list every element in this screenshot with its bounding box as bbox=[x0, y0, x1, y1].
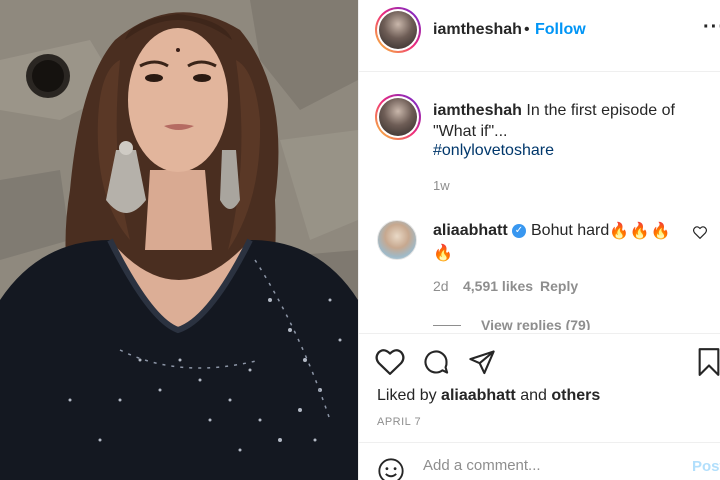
follow-button[interactable]: Follow bbox=[535, 21, 586, 39]
save-bookmark-icon[interactable] bbox=[697, 348, 720, 381]
liked-by-username[interactable]: aliaabhatt bbox=[441, 387, 516, 404]
commenter-avatar[interactable] bbox=[377, 220, 417, 260]
liked-by-and: and bbox=[520, 387, 547, 404]
comment-input[interactable] bbox=[423, 457, 673, 474]
post-photo-illustration bbox=[0, 0, 358, 480]
post-detail-panel: iamtheshah • Follow ··· iamtheshah In th… bbox=[358, 0, 720, 480]
caption-avatar[interactable] bbox=[375, 94, 421, 140]
comment-text: Bohut hard bbox=[531, 222, 610, 239]
liked-by-others[interactable]: others bbox=[551, 387, 600, 404]
comment-likes-count[interactable]: 4,591 likes bbox=[463, 278, 533, 294]
fire-emoji-icon: 🔥🔥🔥 bbox=[609, 223, 672, 240]
commenter-username[interactable]: aliaabhatt bbox=[433, 222, 508, 240]
post-date[interactable]: APRIL 7 bbox=[377, 416, 421, 428]
caption-timestamp[interactable]: 1w bbox=[433, 178, 450, 193]
fire-emoji-icon: 🔥 bbox=[433, 245, 453, 262]
liked-by-summary: Liked by aliaabhatt and others bbox=[377, 387, 600, 405]
post-actions-section: Liked by aliaabhatt and others APRIL 7 P… bbox=[359, 333, 720, 480]
share-send-icon[interactable] bbox=[467, 348, 497, 381]
emoji-smiley-icon[interactable] bbox=[377, 457, 405, 480]
more-options-icon[interactable]: ··· bbox=[703, 16, 720, 39]
caption: iamtheshah In the first episode of "What… bbox=[433, 100, 703, 142]
comment-timestamp[interactable]: 2d bbox=[433, 278, 449, 294]
post-photo[interactable] bbox=[0, 0, 358, 480]
header-separator: • bbox=[524, 21, 530, 38]
comment-reply-button[interactable]: Reply bbox=[540, 278, 578, 294]
author-username[interactable]: iamtheshah bbox=[433, 21, 522, 39]
view-replies-button[interactable]: View replies (79) bbox=[481, 317, 590, 330]
like-heart-icon[interactable] bbox=[375, 348, 405, 381]
author-avatar[interactable] bbox=[375, 7, 421, 53]
comment-like-heart-icon[interactable] bbox=[693, 226, 707, 244]
post-comment-button[interactable]: Post bbox=[692, 458, 720, 475]
add-comment-bar: Post bbox=[359, 442, 720, 480]
liked-by-prefix: Liked by bbox=[377, 387, 437, 404]
verified-badge-icon: ✓ bbox=[512, 224, 526, 238]
comment-bubble-icon[interactable] bbox=[421, 348, 451, 381]
post-header: iamtheshah • Follow ··· bbox=[359, 0, 720, 72]
caption-username[interactable]: iamtheshah bbox=[433, 102, 522, 119]
caption-hashtag[interactable]: #onlylovetoshare bbox=[433, 142, 554, 160]
replies-divider-line bbox=[433, 325, 461, 326]
